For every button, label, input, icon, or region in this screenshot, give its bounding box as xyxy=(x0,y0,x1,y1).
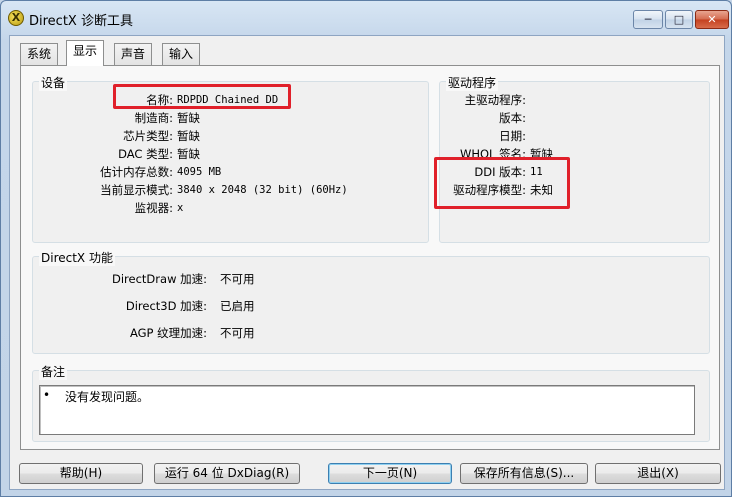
dac-type-row: DAC 类型: 暂缺 xyxy=(33,146,423,163)
chip-type-row: 芯片类型: 暂缺 xyxy=(33,128,423,145)
agp-row: AGP 纹理加速: 不可用 xyxy=(33,325,433,342)
direct3d-label: Direct3D 加速: xyxy=(125,299,207,313)
directx-features-title: DirectX 功能 xyxy=(39,249,115,266)
memory-value: 4095 MB xyxy=(177,166,222,178)
driver-date-row: 日期: xyxy=(440,128,705,145)
device-name-highlight-box xyxy=(113,84,291,109)
exit-button[interactable]: 退出(X) xyxy=(595,463,721,484)
monitor-row: 监视器: x xyxy=(33,200,423,217)
notes-bullet: • xyxy=(43,388,51,402)
driver-version-row: 版本: xyxy=(440,110,705,127)
main-driver-label: 主驱动程序: xyxy=(464,93,526,107)
memory-row: 估计内存总数: 4095 MB xyxy=(33,164,423,181)
client-area: 系统 显示 声音 输入 设备 名称: RDPDD Chained DD 制造商:… xyxy=(9,35,725,490)
chip-type-value: 暂缺 xyxy=(177,129,200,143)
notes-item: 没有发现问题。 xyxy=(65,390,150,404)
memory-label: 估计内存总数: xyxy=(100,165,173,179)
agp-value: 不可用 xyxy=(220,326,255,340)
directx-features-group: DirectX 功能 DirectDraw 加速: 不可用 Direct3D 加… xyxy=(32,249,710,354)
driver-model-highlight-box xyxy=(434,157,570,209)
driver-group-title: 驱动程序 xyxy=(446,74,499,91)
close-button[interactable]: ✕ xyxy=(695,10,729,29)
run-64bit-dxdiag-button[interactable]: 运行 64 位 DxDiag(R) xyxy=(154,463,300,484)
directx-app-icon: X xyxy=(8,10,24,26)
monitor-label: 监视器: xyxy=(134,201,173,215)
directdraw-row: DirectDraw 加速: 不可用 xyxy=(33,271,433,288)
tab-sound[interactable]: 声音 xyxy=(114,43,153,65)
notes-group: 备注 • 没有发现问题。 xyxy=(32,363,710,442)
monitor-value: x xyxy=(177,202,184,214)
directdraw-value: 不可用 xyxy=(220,272,255,286)
dac-type-value: 暂缺 xyxy=(177,147,200,161)
notes-text-area[interactable]: • 没有发现问题。 xyxy=(39,385,695,435)
dac-type-label: DAC 类型: xyxy=(118,147,173,161)
direct3d-value: 已启用 xyxy=(220,299,255,313)
driver-date-label: 日期: xyxy=(499,129,526,143)
display-mode-label: 当前显示模式: xyxy=(100,183,173,197)
notes-title: 备注 xyxy=(39,363,68,380)
window-title: DirectX 诊断工具 xyxy=(29,14,133,29)
display-tab-page: 设备 名称: RDPDD Chained DD 制造商: 暂缺 芯片类型: 暂缺… xyxy=(20,65,720,450)
manufacturer-value: 暂缺 xyxy=(177,111,200,125)
display-mode-row: 当前显示模式: 3840 x 2048 (32 bit) (60Hz) xyxy=(33,182,423,199)
tab-display[interactable]: 显示 xyxy=(66,40,105,66)
device-group-title: 设备 xyxy=(39,74,68,91)
manufacturer-label: 制造商: xyxy=(134,111,173,125)
manufacturer-row: 制造商: 暂缺 xyxy=(33,110,423,127)
directdraw-label: DirectDraw 加速: xyxy=(112,272,207,286)
tab-system[interactable]: 系统 xyxy=(20,43,59,65)
save-all-info-button[interactable]: 保存所有信息(S)... xyxy=(460,463,588,484)
minimize-button[interactable]: ─ xyxy=(633,10,663,29)
title-bar[interactable]: X DirectX 诊断工具 ─ □ ✕ xyxy=(1,1,731,35)
driver-version-label: 版本: xyxy=(499,111,526,125)
agp-label: AGP 纹理加速: xyxy=(129,326,207,340)
next-page-button[interactable]: 下一页(N) xyxy=(328,463,452,484)
maximize-button[interactable]: □ xyxy=(665,10,693,29)
display-mode-value: 3840 x 2048 (32 bit) (60Hz) xyxy=(177,184,348,196)
main-driver-row: 主驱动程序: xyxy=(440,92,705,109)
tab-input[interactable]: 输入 xyxy=(162,43,201,65)
direct3d-row: Direct3D 加速: 已启用 xyxy=(33,298,433,315)
chip-type-label: 芯片类型: xyxy=(123,129,173,143)
help-button[interactable]: 帮助(H) xyxy=(19,463,143,484)
dxdiag-window: X DirectX 诊断工具 ─ □ ✕ 系统 显示 声音 输入 设备 名称: … xyxy=(0,0,732,497)
